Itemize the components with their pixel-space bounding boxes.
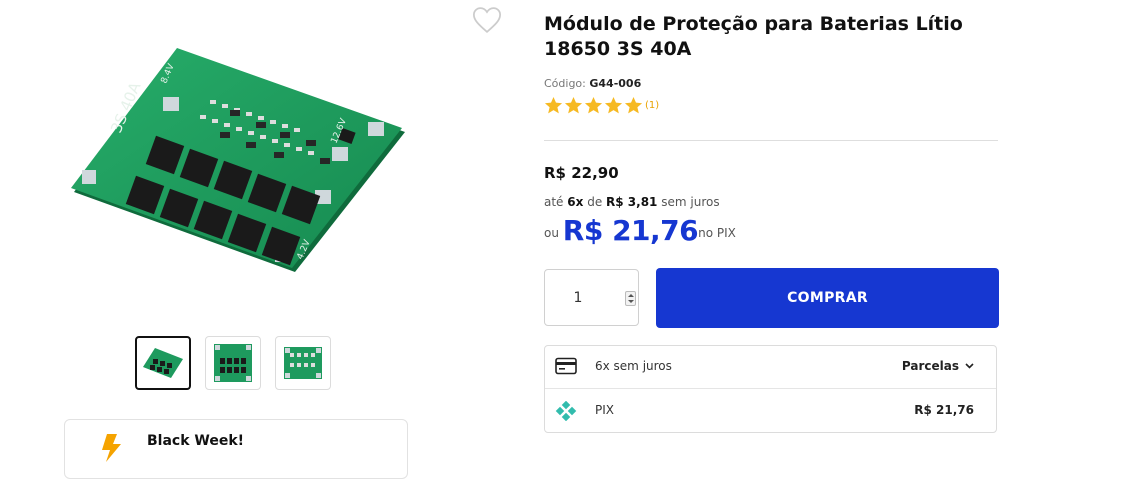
- promo-banner[interactable]: Black Week!: [64, 419, 408, 479]
- quantity-spinner[interactable]: [625, 291, 636, 306]
- product-code: Código: G44-006: [544, 77, 1000, 90]
- pix-price-info: ou R$ 21,76no PIX: [544, 214, 736, 247]
- product-price: R$ 22,90: [544, 164, 619, 182]
- pix-label: PIX: [595, 403, 614, 417]
- pix-icon: [555, 401, 577, 421]
- thumbnail-3[interactable]: [275, 336, 331, 390]
- product-code-value: G44-006: [589, 77, 642, 90]
- lightning-icon: [102, 434, 121, 462]
- star-icon: [624, 96, 643, 113]
- product-title-line2: 18650 3S 40A: [544, 38, 692, 60]
- parcelas-label: Parcelas: [901, 359, 959, 373]
- product-main-image[interactable]: 3S 40A 8.4V 12.6V 4.2V: [70, 40, 410, 280]
- product-title-line1: Módulo de Proteção para Baterias Lítio: [544, 13, 963, 35]
- installment-info: até 6x de R$ 3,81 sem juros: [544, 195, 720, 209]
- product-gallery: 3S 40A 8.4V 12.6V 4.2V Black Week!: [60, 0, 530, 479]
- divider: [544, 140, 998, 141]
- spin-down-icon[interactable]: [628, 300, 634, 303]
- pix-value: R$ 21,76: [914, 403, 974, 417]
- thumbnail-list: [135, 336, 331, 390]
- star-icon: [604, 96, 623, 113]
- payment-options: 6x sem juros Parcelas PIX R$ 21,76: [544, 345, 997, 433]
- installment-times: 6x: [567, 195, 584, 209]
- thumbnail-2[interactable]: [205, 336, 261, 390]
- product-rating[interactable]: (1): [544, 94, 1000, 116]
- pix-prefix: ou: [544, 226, 559, 240]
- installment-value: R$ 3,81: [606, 195, 658, 209]
- pix-price: R$ 21,76: [562, 214, 699, 247]
- spin-up-icon[interactable]: [628, 294, 634, 297]
- product-code-label: Código:: [544, 77, 586, 90]
- chevron-down-icon: [965, 363, 974, 369]
- star-icon: [584, 96, 603, 113]
- heart-icon[interactable]: [472, 6, 502, 34]
- rating-count[interactable]: (1): [645, 100, 659, 111]
- star-icon: [564, 96, 583, 113]
- parcelas-toggle[interactable]: Parcelas: [902, 359, 974, 373]
- installment-de: de: [587, 195, 603, 209]
- installment-prefix: até: [544, 195, 564, 209]
- thumbnail-1[interactable]: [135, 336, 191, 390]
- buy-button[interactable]: COMPRAR: [656, 268, 999, 328]
- product-title: Módulo de Proteção para Baterias Lítio 1…: [544, 12, 1000, 62]
- quantity-stepper[interactable]: 1: [544, 269, 639, 326]
- card-installments-label: 6x sem juros: [595, 359, 672, 373]
- thumbnail-1-image: [143, 348, 183, 378]
- promo-text: Black Week!: [147, 433, 245, 449]
- credit-card-icon: [555, 357, 577, 375]
- payment-card-row[interactable]: 6x sem juros Parcelas: [545, 346, 996, 389]
- pix-suffix: no PIX: [698, 226, 736, 240]
- quantity-value[interactable]: 1: [545, 290, 611, 306]
- product-info: Módulo de Proteção para Baterias Lítio 1…: [544, 0, 1000, 433]
- installment-suffix: sem juros: [661, 195, 720, 209]
- payment-pix-row: PIX R$ 21,76: [545, 390, 996, 432]
- star-icon: [544, 96, 563, 113]
- thumbnail-3-image: [284, 347, 322, 379]
- thumbnail-2-image: [214, 344, 252, 382]
